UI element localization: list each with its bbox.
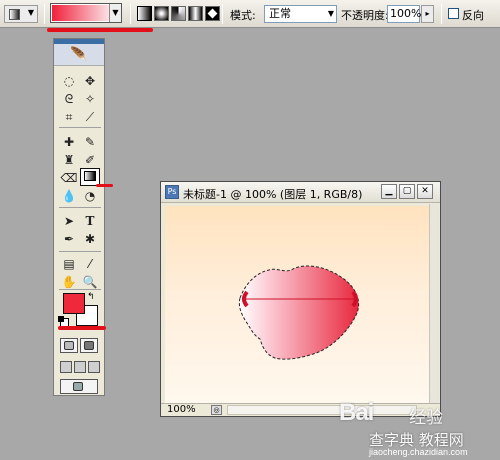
type-icon[interactable]: T [80,212,100,230]
vertical-scrollbar[interactable] [429,204,439,403]
quick-mask-mode-button[interactable] [80,338,98,353]
mode-select[interactable]: 正常 ▼ [264,5,337,23]
canvas-artwork [238,265,360,360]
status-info-icon[interactable]: ◎ [211,405,222,415]
reverse-label: 反向 [462,9,484,22]
shape-icon[interactable]: ✱ [80,230,100,248]
dodge-icon[interactable]: ◔ [80,187,100,205]
divider [59,127,101,128]
minimize-button[interactable]: ▁ [381,184,397,199]
eraser-icon[interactable]: ⌫ [59,169,79,187]
chevron-down-icon: ▼ [27,8,34,17]
separator [130,4,131,24]
watermark-url: jiaocheng.chazidian.com [369,447,468,457]
opacity-label: 不透明度: [341,9,389,22]
divider [59,251,101,252]
document-titlebar[interactable]: Ps 未标题-1 @ 100% (图层 1, RGB/8) ▁ ▢ ✕ [161,182,440,203]
brush-icon[interactable]: ✎ [80,133,100,151]
gradient-type-group [137,6,220,22]
eyedropper-icon[interactable]: ⁄ [80,255,100,273]
zoom-readout[interactable]: 100% [167,404,196,416]
linear-gradient-icon[interactable] [137,6,152,21]
horizontal-scrollbar[interactable] [227,405,417,415]
gradient-dropdown-button[interactable]: ▼ [109,4,121,22]
radial-gradient-icon[interactable] [154,6,169,21]
feather-icon[interactable]: 🪶 [54,44,104,66]
pen-icon[interactable]: ✒ [59,230,79,248]
mode-value: 正常 [269,7,291,20]
reverse-checkbox[interactable] [448,8,459,19]
jump-to-imageready-button[interactable] [60,379,98,394]
status-bar: 100% ◎ [161,403,440,416]
gradient-tool-icon [9,9,20,20]
slice-icon[interactable]: ⟋ [80,108,100,126]
full-screen-icon[interactable] [88,361,100,373]
separator [441,4,442,24]
gradient-preview[interactable] [52,5,110,21]
clone-stamp-icon[interactable]: ♜ [59,151,79,169]
divider [59,207,101,208]
selection-shape[interactable] [238,265,360,360]
blur-icon[interactable]: 💧 [59,187,79,205]
full-screen-menu-icon[interactable] [74,361,86,373]
toolbox: 🪶 ◌ ✥ ᘓ ✧ ⌗ ⟋ ✚ ✎ ♜ ✐ ⌫ 💧 ◔ ➤ T ✒ ✱ ▤ ⁄ … [53,38,105,396]
canvas[interactable] [165,206,430,403]
document-window: Ps 未标题-1 @ 100% (图层 1, RGB/8) ▁ ▢ ✕ 100%… [160,181,441,417]
opacity-slider-button[interactable]: ▸ [421,5,434,23]
angle-gradient-icon[interactable] [171,6,186,21]
lasso-icon[interactable]: ᘓ [59,90,79,108]
history-brush-icon[interactable]: ✐ [80,151,100,169]
standard-mode-button[interactable] [60,338,78,353]
mode-label: 模式: [230,9,256,22]
move-icon[interactable]: ✥ [80,72,100,90]
swap-colors-icon[interactable]: ↰ [87,292,95,302]
notes-icon[interactable]: ▤ [59,255,79,273]
standard-screen-icon[interactable] [60,361,72,373]
tool-preset-picker[interactable]: ▼ [4,5,38,23]
crop-icon[interactable]: ⌗ [59,108,79,126]
options-bar: ▼ ▼ 模式: 正常 ▼ 不透明度: 100% ▸ 反向 [0,0,500,28]
marquee-icon[interactable]: ◌ [59,72,79,90]
healing-brush-icon[interactable]: ✚ [59,133,79,151]
separator [222,4,223,24]
watermark-site-name: 查字典 教程网 [369,431,464,449]
opacity-input[interactable]: 100% [387,5,421,23]
annotation-underline [58,326,106,330]
diamond-gradient-icon[interactable] [205,6,220,21]
path-selection-icon[interactable]: ➤ [59,212,79,230]
divider [59,289,101,290]
gradient-picker[interactable]: ▼ [50,3,122,23]
photoshop-document-icon: Ps [165,185,179,199]
document-title: 未标题-1 @ 100% (图层 1, RGB/8) [183,188,363,201]
reflected-gradient-icon[interactable] [188,6,203,21]
annotation-underline [47,28,153,32]
separator [44,4,45,24]
foreground-color-swatch[interactable] [63,293,85,314]
magic-wand-icon[interactable]: ✧ [80,90,100,108]
maximize-button[interactable]: ▢ [399,184,415,199]
close-button[interactable]: ✕ [417,184,433,199]
annotation-underline [96,184,113,187]
chevron-down-icon: ▼ [327,9,334,18]
